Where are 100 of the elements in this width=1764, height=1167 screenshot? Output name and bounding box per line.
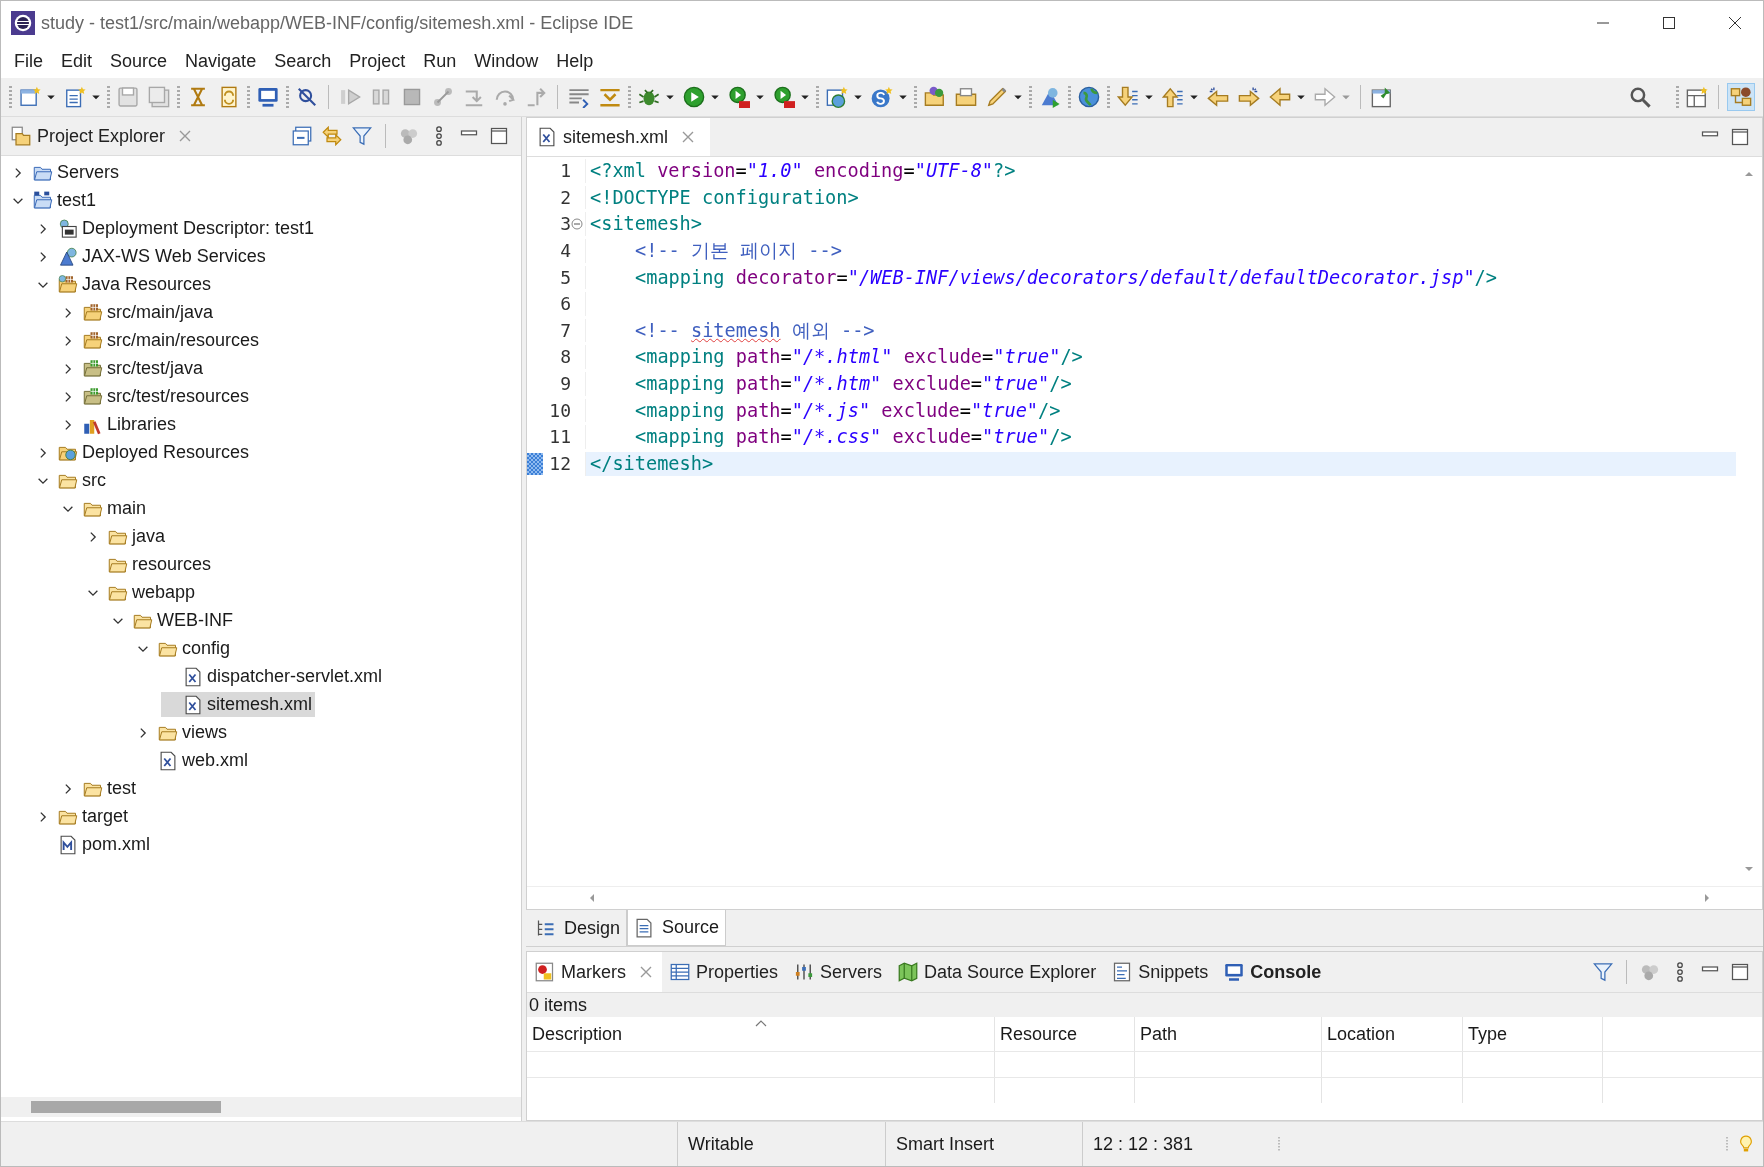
line-number: 7 [559,318,571,343]
tree-item[interactable]: dispatcher-servlet.xml [161,664,386,689]
tree-item[interactable]: Deployment Descriptor: test1 [36,216,318,241]
view-tab[interactable]: Servers [786,952,891,992]
line-number: 4 [559,238,571,263]
filter-icon[interactable] [352,126,372,146]
view-tab[interactable]: Properties [662,952,787,992]
tree-item[interactable]: java [86,524,169,549]
line-number: 10 [548,398,571,423]
link-editor-icon[interactable] [322,126,342,146]
package-folder-icon [83,358,103,379]
code-line: <!DOCTYPE configuration> [585,185,1736,210]
line-number: 9 [559,372,571,396]
run-icon[interactable] [681,84,707,110]
item-count: 0 items [527,993,1762,1017]
close-icon[interactable] [1727,15,1743,31]
console-icon [1224,962,1245,982]
web-services-icon [58,246,78,267]
tree-item[interactable]: test1 [11,188,100,213]
tree-item[interactable]: WEB-INF [111,608,236,633]
collapse-all-icon[interactable] [292,126,312,146]
tree-item[interactable]: resources [86,552,215,577]
tree-item[interactable]: src/main/java [61,300,217,325]
maximize-icon[interactable] [1730,962,1750,982]
tree-item[interactable]: web.xml [136,748,251,773]
tree-item[interactable]: webapp [86,580,199,605]
java-resources-icon [58,274,78,295]
tree-item[interactable]: Servers [11,160,122,185]
column-header[interactable]: Description [527,1017,995,1051]
column-header[interactable]: Type [1463,1017,1603,1051]
markers-icon [535,962,555,982]
tree-item[interactable]: views [136,720,230,745]
line-number: 11 [548,425,571,450]
perspective-icon[interactable] [1727,83,1755,111]
menu-item[interactable]: Window [465,48,548,75]
view-tab[interactable]: Data Source Explorer [890,952,1105,992]
tree-item[interactable]: target [36,804,132,829]
status-field: Smart Insert [886,1122,1083,1166]
menu-item[interactable]: Navigate [176,48,266,75]
tree-item[interactable]: Java Resources [36,272,215,297]
xml-file-icon [183,666,203,687]
descriptor-icon [58,218,78,239]
tree-item[interactable]: JAX-WS Web Services [36,244,269,269]
tree-item[interactable]: Deployed Resources [36,440,253,465]
tree-item[interactable]: main [61,496,149,521]
status-field: 12 : 12 : 381 [1083,1122,1263,1166]
menu-item[interactable]: Search [265,48,341,75]
view-tab[interactable]: Console [1216,952,1330,992]
code-line: <?xml version="1.0" encoding="UTF-8"?> [585,159,1736,183]
tree-item[interactable]: pom.xml [36,832,153,857]
column-header[interactable]: Location [1322,1017,1463,1051]
scrollbar-thumb[interactable] [31,1101,221,1113]
tree-item[interactable]: src/test/java [61,356,207,381]
line-number: 1 [559,159,571,183]
menu-item[interactable]: Run [414,48,466,75]
maximize-icon[interactable] [1730,127,1750,147]
menu-item[interactable]: Project [340,48,415,75]
xml-file-icon [537,127,557,147]
tree-item[interactable]: test [61,776,139,801]
view-tab[interactable]: Markers [527,952,662,992]
maven-file-icon [58,834,78,855]
code-line: <mapping decorator="/WEB-INF/views/decorators/default/defaultDecorator.jsp"/> [585,265,1736,290]
view-tab[interactable]: Snippets [1104,952,1217,992]
menu-item[interactable]: Source [101,48,177,75]
tree-item[interactable]: sitemesh.xml [161,692,316,717]
run-tool-icon[interactable] [726,84,752,110]
tree-item[interactable]: src/main/resources [61,328,263,353]
tree-item[interactable]: src/test/resources [61,384,253,409]
maximize-icon[interactable] [1661,15,1677,31]
code-line: <mapping path="/*.html" exclude="true"/> [585,345,1736,370]
column-header[interactable]: Resource [995,1017,1135,1051]
tree-item[interactable]: src [36,468,109,493]
menu-item[interactable]: Help [547,48,603,75]
column-header[interactable]: Path [1135,1017,1322,1051]
menu-item[interactable]: Edit [52,48,102,75]
run-tool-icon[interactable] [771,84,797,110]
line-number: 3 [559,212,571,236]
folder-icon [11,126,31,146]
package-folder-icon [83,302,103,323]
editor-tab[interactable]: sitemesh.xml [527,118,711,156]
window-title: study - test1/src/main/webapp/WEB-INF/config/sitemesh.xml - Eclipse IDE [41,12,634,34]
line-number: 5 [559,265,571,290]
tree-item[interactable]: Libraries [61,412,180,437]
code-line: <mapping path="/*.htm" exclude="true"/> [585,372,1736,396]
document-icon [634,917,655,938]
code-line: <!-- 기본 페이지 --> [585,238,1736,263]
globe-icon[interactable] [1076,84,1102,110]
line-number: 2 [559,185,571,210]
scroll-right-icon[interactable] [1702,893,1712,903]
package-folder-icon [83,386,103,407]
xml-file-icon [183,694,203,715]
filter-icon[interactable] [1593,962,1613,982]
scroll-down-icon[interactable] [1744,864,1754,874]
tree-item[interactable]: config [136,636,234,661]
maximize-icon[interactable] [489,126,509,146]
map-icon [898,962,919,982]
page-tab[interactable]: Source [627,910,727,946]
menu-item[interactable]: File [5,48,52,75]
xml-file-icon [158,750,178,771]
scroll-up-icon[interactable] [1744,169,1754,179]
